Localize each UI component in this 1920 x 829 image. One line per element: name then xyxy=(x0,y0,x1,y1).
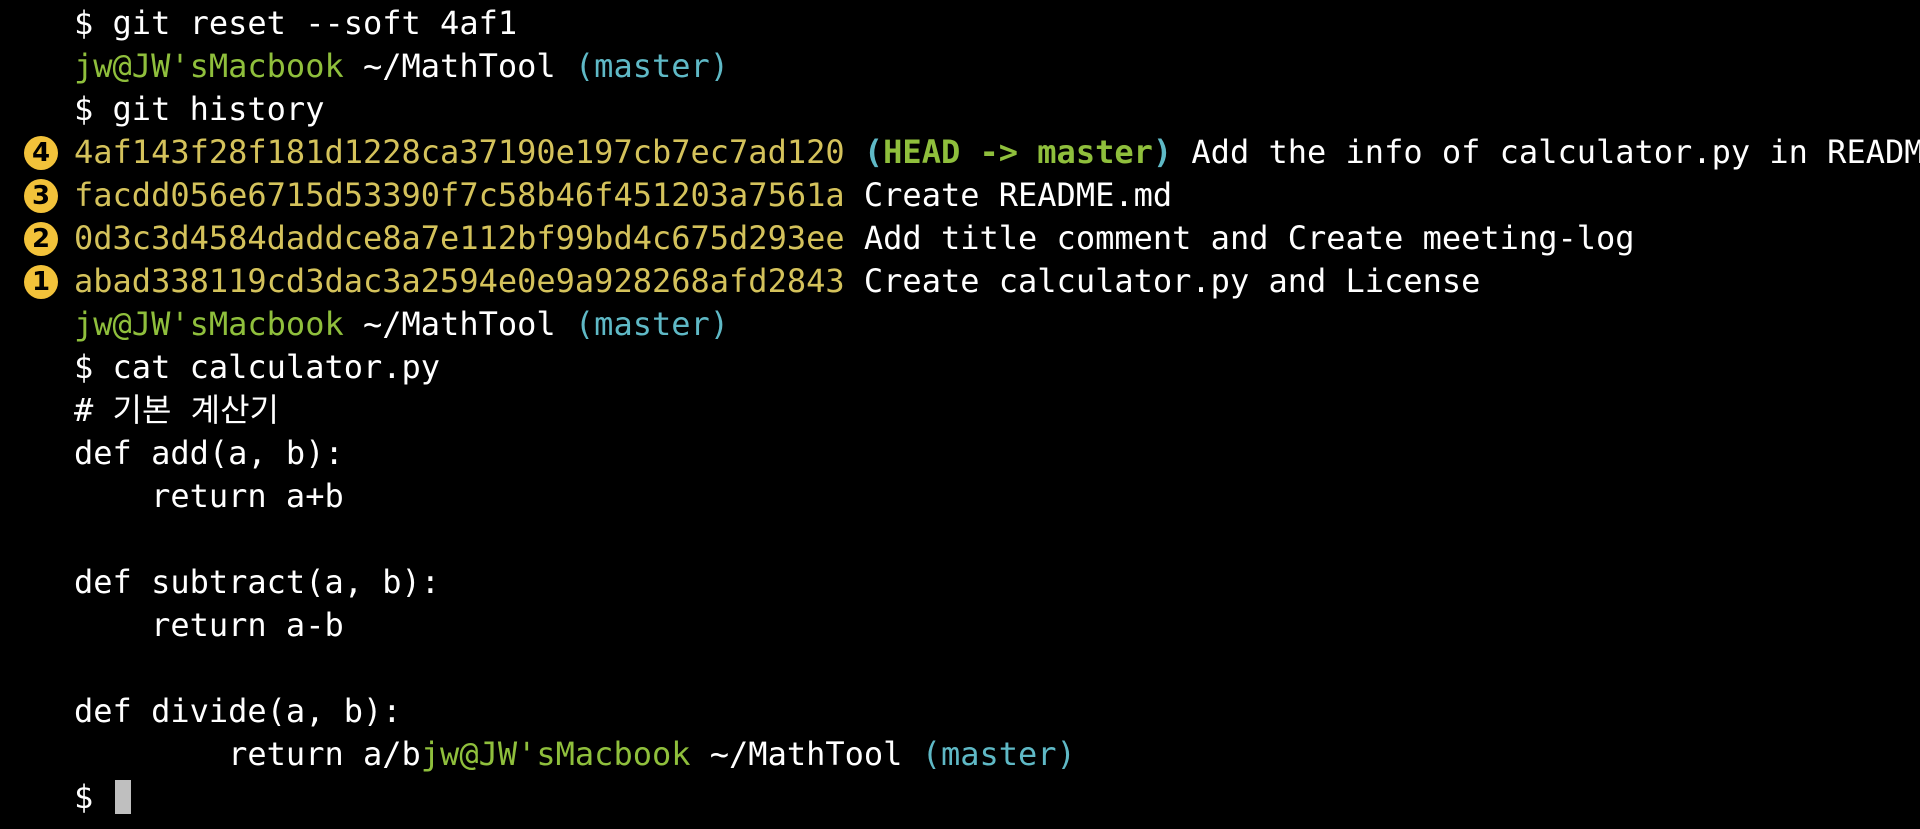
ref-head: HEAD -> master xyxy=(883,133,1153,171)
commit-row: facdd056e6715d53390f7c58b46f451203a7561a… xyxy=(74,174,1172,217)
terminal-window[interactable]: $ git reset --soft 4af1 jw@JW'sMacbook ~… xyxy=(0,0,1920,829)
prompt-branch: (master) xyxy=(921,735,1076,773)
commit-marker-3: 3 xyxy=(24,179,58,213)
prompt-branch: (master) xyxy=(574,47,730,85)
commit-message: Add the info of calculator.py in README.… xyxy=(1191,133,1920,171)
file-line-with-prompt: return a/bjw@JW'sMacbook ~/MathTool (mas… xyxy=(74,733,1076,776)
file-line: def add(a, b): xyxy=(74,434,344,472)
command-text: cat calculator.py xyxy=(112,348,441,386)
command-text: git history xyxy=(112,90,325,128)
commit-row: 0d3c3d4584daddce8a7e112bf99bd4c675d293ee… xyxy=(74,217,1635,260)
commit-hash: facdd056e6715d53390f7c58b46f451203a7561a xyxy=(74,176,845,214)
commit-message: Create README.md xyxy=(863,176,1173,214)
prompt-user: jw@JW'sMacbook xyxy=(420,735,691,773)
commit-hash: 0d3c3d4584daddce8a7e112bf99bd4c675d293ee xyxy=(74,219,845,257)
prompt-path: ~/MathTool xyxy=(709,735,903,773)
commit-marker-4: 4 xyxy=(24,136,58,170)
input-line[interactable]: $ xyxy=(74,776,131,819)
prompt-user: jw@JW'sMacbook xyxy=(74,47,344,85)
prompt-branch: (master) xyxy=(574,305,730,343)
prompt-symbol: $ xyxy=(74,90,94,128)
commit-message: Add title comment and Create meeting-log xyxy=(863,219,1635,257)
commit-row: 4af143f28f181d1228ca37190e197cb7ec7ad120… xyxy=(74,131,1920,174)
file-line: # 기본 계산기 xyxy=(74,391,279,429)
prompt-symbol: $ xyxy=(74,4,94,42)
prompt-line: jw@JW'sMacbook ~/MathTool (master) xyxy=(74,303,729,346)
file-line: def subtract(a, b): xyxy=(74,563,441,601)
prompt-line: jw@JW'sMacbook ~/MathTool (master) xyxy=(74,45,729,88)
commit-message: Create calculator.py and License xyxy=(863,262,1481,300)
text-cursor[interactable] xyxy=(114,780,131,814)
command-line-cat: $ cat calculator.py xyxy=(74,346,440,389)
prompt-path: ~/MathTool xyxy=(362,305,556,343)
file-line: return a+b xyxy=(74,477,344,515)
commit-hash: 4af143f28f181d1228ca37190e197cb7ec7ad120 xyxy=(74,133,845,171)
commit-hash: abad338119cd3dac3a2594e0e9a928268afd2843 xyxy=(74,262,845,300)
command-text: git reset --soft 4af1 xyxy=(112,4,518,42)
prompt-symbol: $ xyxy=(74,778,94,816)
ref-open: ( xyxy=(863,133,884,171)
prompt-symbol: $ xyxy=(74,348,94,386)
command-line-history: $ git history xyxy=(74,88,324,131)
file-line: return a/b xyxy=(74,735,421,773)
prompt-path: ~/MathTool xyxy=(362,47,556,85)
command-line-reset: $ git reset --soft 4af1 xyxy=(74,2,517,45)
ref-close: ) xyxy=(1152,133,1173,171)
file-line: def divide(a, b): xyxy=(74,692,402,730)
commit-marker-2: 2 xyxy=(24,222,58,256)
prompt-user: jw@JW'sMacbook xyxy=(74,305,344,343)
commit-marker-1: 1 xyxy=(24,265,58,299)
commit-row: abad338119cd3dac3a2594e0e9a928268afd2843… xyxy=(74,260,1480,303)
file-line: return a-b xyxy=(74,606,344,644)
